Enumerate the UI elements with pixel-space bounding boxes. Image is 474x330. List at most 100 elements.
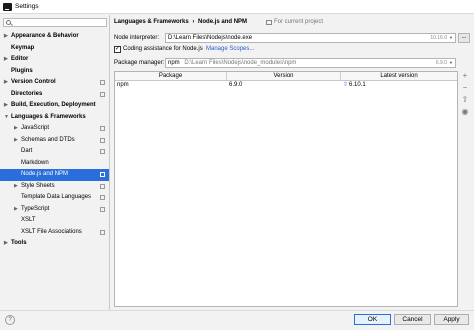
table-row[interactable]: npm 6.9.0 ⇧6.10.1 bbox=[115, 81, 457, 90]
chevron-right-icon[interactable]: ▶ bbox=[14, 123, 18, 135]
package-manager-path: D:\Learn Files\Nodejs\node_modules\npm bbox=[184, 60, 297, 66]
search-icon bbox=[6, 20, 11, 25]
remove-package-icon[interactable]: − bbox=[460, 83, 470, 93]
chevron-down-icon: ▼ bbox=[449, 60, 453, 65]
add-package-icon[interactable]: + bbox=[460, 71, 470, 81]
package-name-cell: npm bbox=[117, 82, 129, 88]
chevron-right-icon[interactable]: ▶ bbox=[14, 135, 18, 147]
package-latest-cell: ⇧6.10.1 bbox=[341, 81, 457, 90]
package-manager-select[interactable]: npm D:\Learn Files\Nodejs\node_modules\n… bbox=[165, 58, 456, 68]
sidebar-item-label: Style Sheets bbox=[21, 182, 55, 189]
chevron-down-icon: ▼ bbox=[449, 35, 453, 40]
sidebar-item-label: Dart bbox=[21, 148, 33, 154]
sidebar-item-label: XSLT File Associations bbox=[21, 228, 82, 235]
project-level-icon bbox=[100, 126, 105, 131]
column-header-latest-version[interactable]: Latest version bbox=[341, 72, 457, 80]
sidebar-item[interactable]: ▶ Version Control bbox=[0, 77, 109, 89]
sidebar-item[interactable]: ▶ Appearance & Behavior bbox=[0, 31, 109, 43]
column-header-version[interactable]: Version bbox=[227, 72, 341, 80]
sidebar-item[interactable]: ▶ JavaScript bbox=[0, 123, 109, 135]
window-title: Settings bbox=[15, 3, 39, 10]
sidebar-item-label: Build, Execution, Deployment bbox=[11, 102, 96, 108]
sidebar-item-label: Markdown bbox=[21, 159, 49, 166]
sidebar-item-label: Appearance & Behavior bbox=[11, 33, 79, 39]
package-version-cell: 6.9.0 bbox=[229, 82, 243, 88]
chevron-right-icon[interactable]: ▶ bbox=[4, 54, 8, 66]
help-button[interactable]: ? bbox=[5, 315, 15, 325]
title-bar: Settings bbox=[0, 0, 474, 14]
upgrade-available-icon: ⇧ bbox=[343, 82, 349, 88]
settings-content: Languages & Frameworks › Node.js and NPM… bbox=[111, 15, 474, 310]
sidebar-item[interactable]: Dart bbox=[0, 146, 109, 158]
project-level-icon bbox=[100, 149, 105, 154]
project-level-icon bbox=[100, 137, 105, 143]
upgrade-package-icon[interactable]: ⇧ bbox=[460, 95, 470, 105]
breadcrumb-parent: Languages & Frameworks bbox=[114, 19, 189, 25]
chevron-right-icon[interactable]: ▶ bbox=[14, 204, 18, 216]
sidebar-item[interactable]: ▶ Tools bbox=[0, 238, 109, 250]
sidebar-item[interactable]: ▶ TypeScript bbox=[0, 204, 109, 216]
scope-note: For current project bbox=[266, 18, 323, 27]
breadcrumb-current: Node.js and NPM bbox=[198, 19, 248, 25]
cancel-button[interactable]: Cancel bbox=[394, 314, 431, 325]
breadcrumb-separator: › bbox=[192, 19, 195, 25]
chevron-down-icon[interactable]: ▼ bbox=[4, 112, 9, 124]
chevron-right-icon[interactable]: ▶ bbox=[4, 100, 8, 112]
coding-assistance-checkbox[interactable]: ✓ bbox=[114, 46, 121, 53]
sidebar-item[interactable]: XSLT File Associations bbox=[0, 227, 109, 239]
project-level-icon bbox=[100, 91, 105, 97]
project-level-icon bbox=[100, 172, 105, 177]
sidebar-item[interactable]: XSLT bbox=[0, 215, 109, 227]
project-scope-icon bbox=[266, 20, 272, 25]
package-manager-label: Package manager: bbox=[114, 60, 165, 66]
browse-interpreter-button[interactable]: ... bbox=[458, 33, 470, 43]
sidebar-item-label: TypeScript bbox=[21, 205, 50, 212]
project-level-icon bbox=[100, 195, 105, 200]
chevron-right-icon[interactable]: ▶ bbox=[14, 181, 18, 193]
package-latest-value: 6.10.1 bbox=[349, 82, 366, 88]
packages-table-header: Package Version Latest version bbox=[115, 72, 457, 81]
node-interpreter-label: Node interpreter: bbox=[114, 35, 160, 41]
settings-search-input[interactable] bbox=[3, 18, 107, 27]
chevron-right-icon[interactable]: ▶ bbox=[4, 238, 8, 250]
package-manager-version: 6.9.0 bbox=[435, 60, 447, 66]
sidebar-item-label: Schemas and DTDs bbox=[21, 136, 75, 143]
chevron-right-icon[interactable]: ▶ bbox=[4, 31, 8, 43]
app-icon bbox=[3, 2, 12, 11]
project-level-icon bbox=[100, 80, 105, 85]
sidebar-item-label: Plugins bbox=[11, 67, 33, 74]
sidebar-item[interactable]: Directories bbox=[0, 89, 109, 101]
dialog-footer: ? OK Cancel Apply bbox=[0, 310, 474, 330]
sidebar-item[interactable]: ▶ Editor bbox=[0, 54, 109, 66]
project-level-icon bbox=[100, 206, 105, 212]
manage-scopes-link[interactable]: Manage Scopes... bbox=[206, 45, 254, 54]
show-early-releases-icon[interactable]: ◉ bbox=[460, 107, 470, 117]
sidebar-item[interactable]: ▼ Languages & Frameworks bbox=[0, 112, 109, 124]
sidebar-item[interactable]: Keymap bbox=[0, 43, 109, 55]
packages-toolbar: + − ⇧ ◉ bbox=[460, 71, 472, 119]
sidebar-item[interactable]: Markdown bbox=[0, 158, 109, 170]
sidebar-item[interactable]: ▶ Build, Execution, Deployment bbox=[0, 100, 109, 112]
scope-note-text: For current project bbox=[274, 19, 324, 25]
sidebar-item-label: Editor bbox=[11, 56, 29, 62]
package-manager-name: npm bbox=[168, 60, 180, 66]
node-interpreter-version: 10.16.0 bbox=[430, 35, 447, 41]
column-header-package[interactable]: Package bbox=[115, 72, 227, 80]
settings-sidebar: ▶ Appearance & Behavior Keymap ▶ Editor Plugi… bbox=[0, 15, 110, 310]
sidebar-item-label: XSLT bbox=[21, 217, 36, 223]
breadcrumb: Languages & Frameworks › Node.js and NPM bbox=[114, 18, 247, 27]
sidebar-item[interactable]: Node.js and NPM bbox=[0, 169, 109, 181]
sidebar-item[interactable]: ▶ Schemas and DTDs bbox=[0, 135, 109, 147]
ok-button[interactable]: OK bbox=[354, 314, 391, 325]
node-interpreter-select[interactable]: D:\Learn Files\Nodejs\node.exe 10.16.0 ▼ bbox=[165, 33, 456, 43]
sidebar-item-label: Tools bbox=[11, 240, 27, 246]
project-level-icon bbox=[100, 229, 105, 235]
sidebar-item-label: Template Data Languages bbox=[21, 194, 92, 200]
sidebar-item[interactable]: Template Data Languages bbox=[0, 192, 109, 204]
project-level-icon bbox=[100, 183, 105, 189]
sidebar-item[interactable]: Plugins bbox=[0, 66, 109, 78]
chevron-right-icon[interactable]: ▶ bbox=[4, 77, 8, 89]
sidebar-item-label: Languages & Frameworks bbox=[11, 113, 86, 120]
apply-button[interactable]: Apply bbox=[434, 314, 469, 325]
sidebar-item[interactable]: ▶ Style Sheets bbox=[0, 181, 109, 193]
